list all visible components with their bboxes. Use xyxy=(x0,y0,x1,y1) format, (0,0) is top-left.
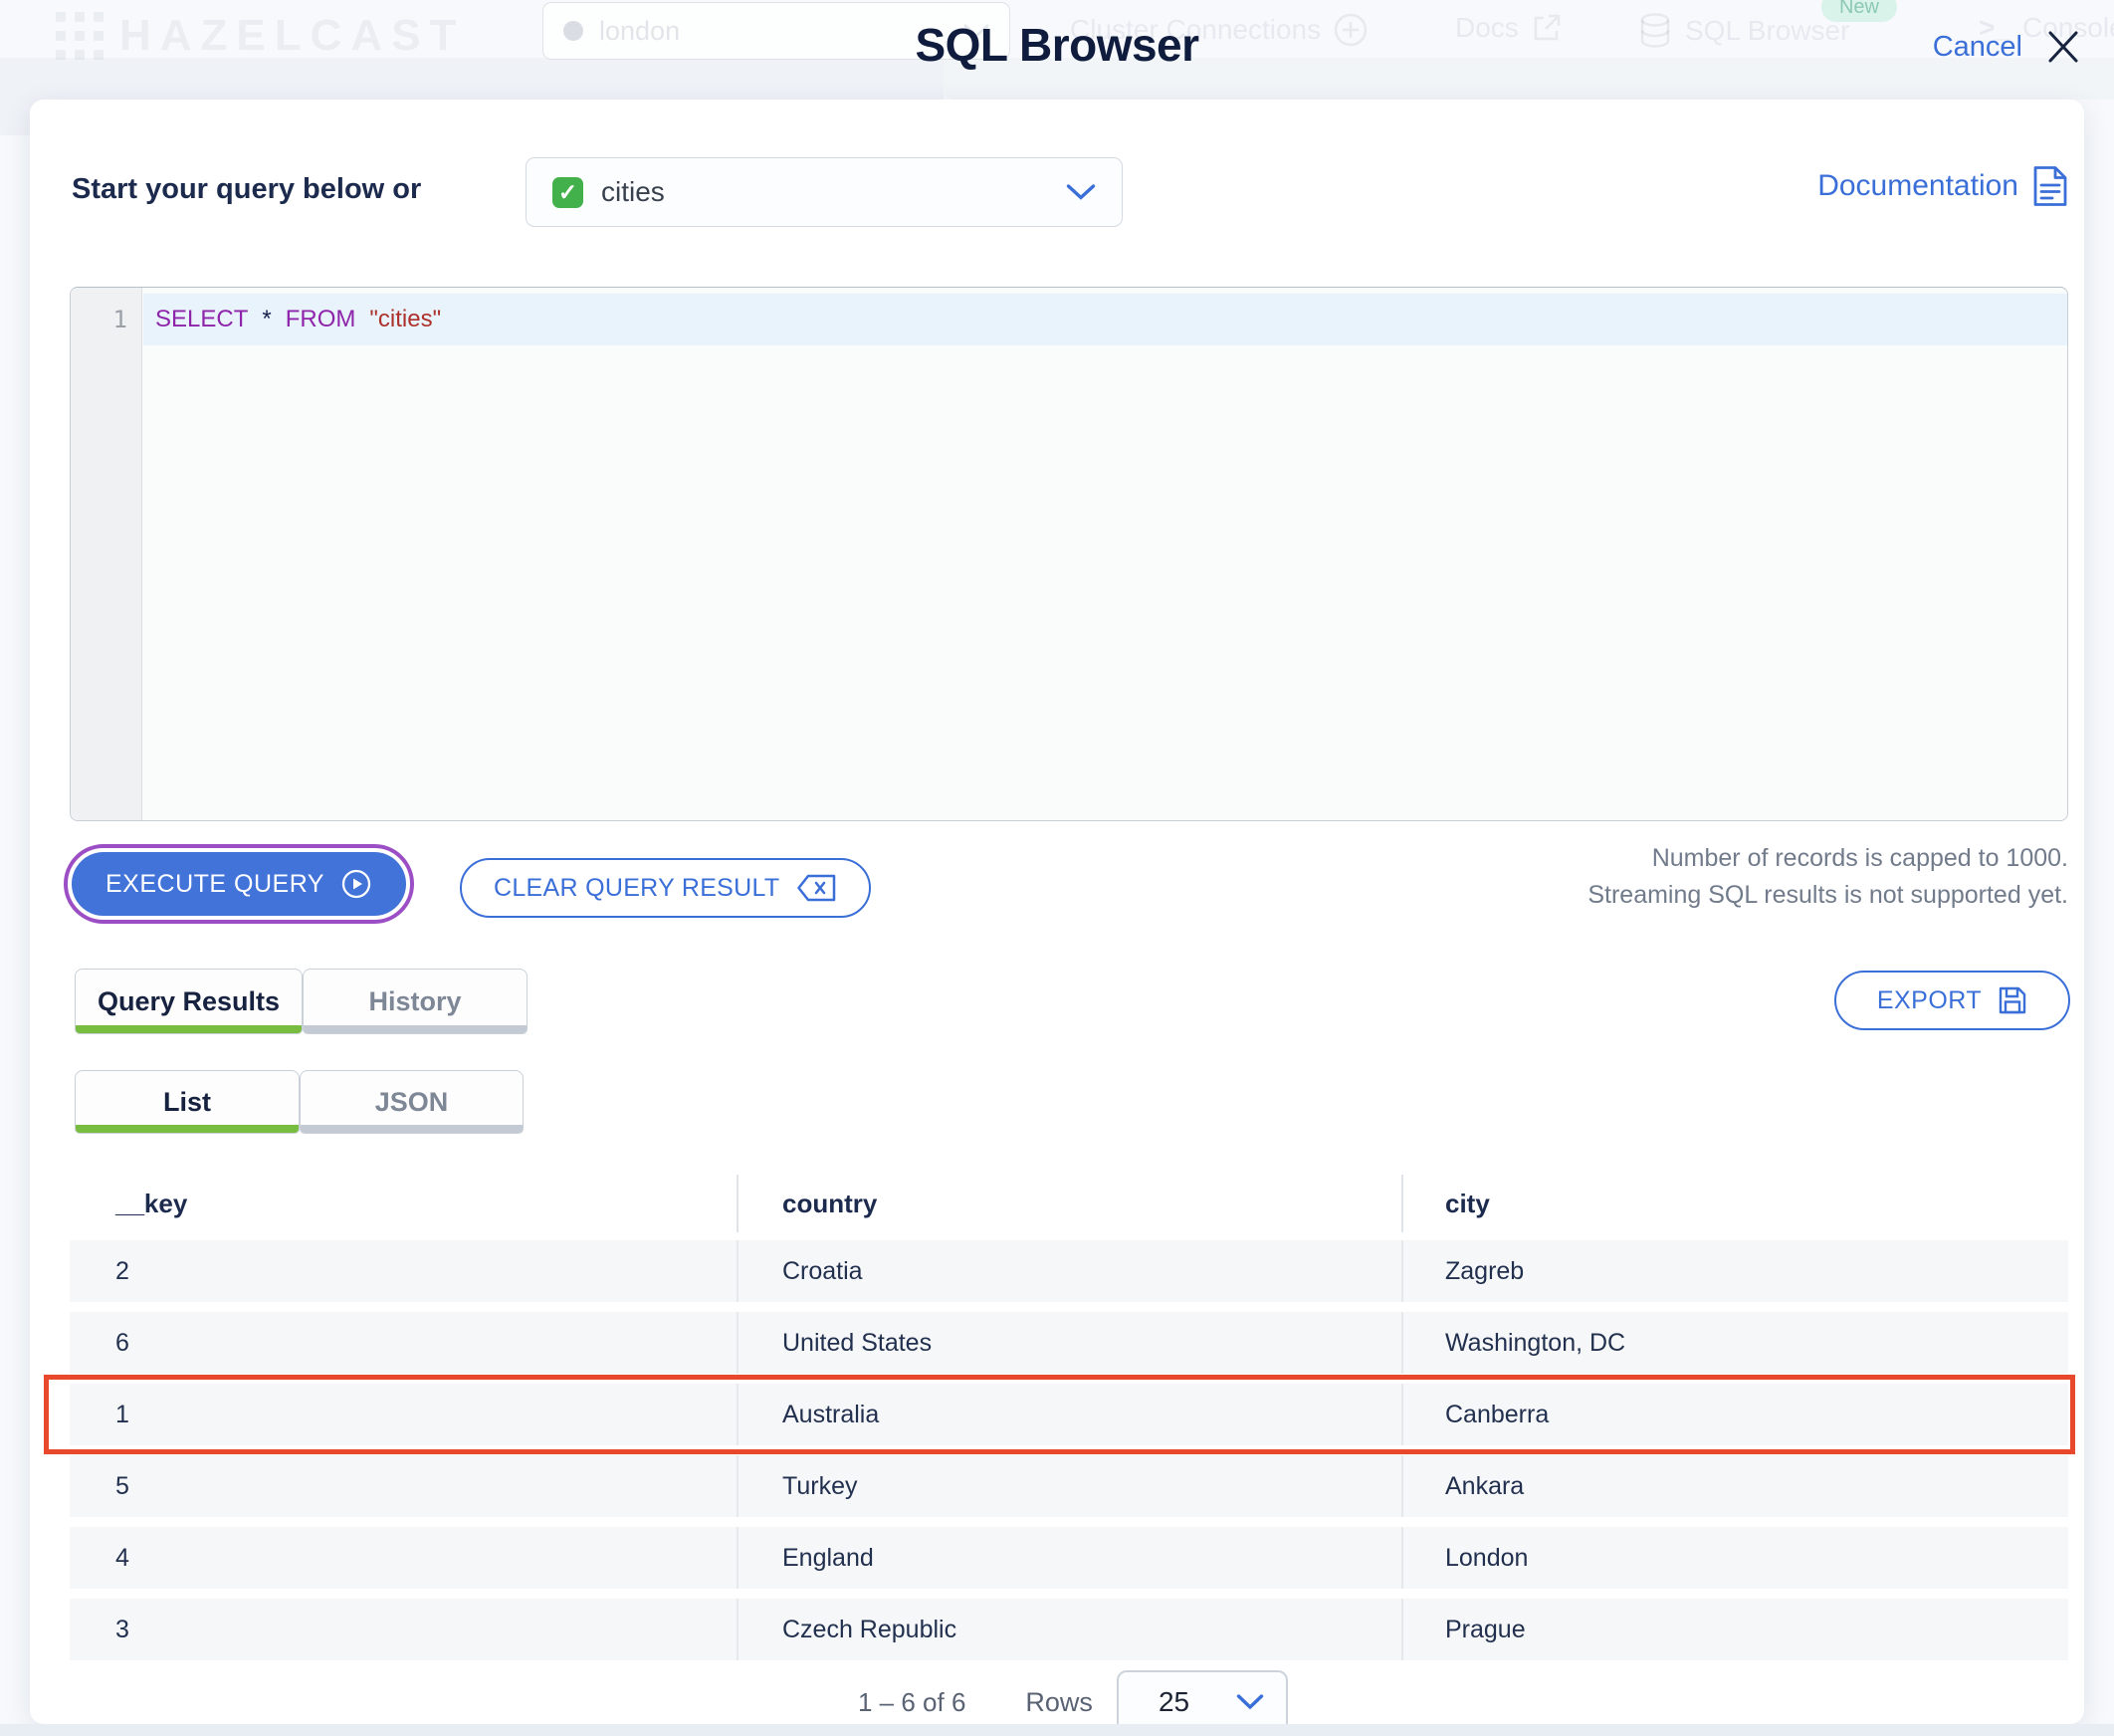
sql-keyword: FROM xyxy=(285,306,356,332)
tab-history[interactable]: History xyxy=(303,969,528,1034)
documentation-link[interactable]: Documentation xyxy=(1817,165,2068,207)
cell-country: Czech Republic xyxy=(737,1599,1401,1660)
table-row[interactable]: 2 Croatia Zagreb xyxy=(70,1240,2068,1302)
active-tab-indicator xyxy=(76,1125,299,1133)
cell-country: United States xyxy=(737,1312,1401,1374)
cell-country: Croatia xyxy=(737,1240,1401,1302)
cell-country: Australia xyxy=(737,1384,1401,1445)
tab-query-results[interactable]: Query Results xyxy=(75,969,303,1034)
hazelcast-logo: HAZELCAST xyxy=(54,10,465,62)
export-label: EXPORT xyxy=(1876,985,1983,1014)
rows-per-page-value: 25 xyxy=(1158,1686,1190,1717)
cell-city: Washington, DC xyxy=(1401,1312,2068,1374)
chevron-down-icon xyxy=(1066,183,1096,200)
nav-docs: Docs xyxy=(1455,12,1563,44)
tab-list-label: List xyxy=(162,1086,211,1117)
tab-list-view[interactable]: List xyxy=(75,1070,300,1134)
cell-key: 5 xyxy=(115,1471,129,1500)
cell-city: Ankara xyxy=(1401,1455,2068,1517)
sql-editor[interactable]: 1 SELECT * FROM "cities" xyxy=(70,287,2068,821)
line-number: 1 xyxy=(112,306,127,333)
export-button[interactable]: EXPORT xyxy=(1834,971,2070,1030)
hazelcast-brand-text: HAZELCAST xyxy=(119,11,466,60)
cell-country: England xyxy=(737,1527,1401,1589)
cell-key: 2 xyxy=(115,1256,129,1285)
check-icon: ✓ xyxy=(552,176,583,208)
sql-string: "cities" xyxy=(369,306,442,332)
table-row[interactable]: 5 Turkey Ankara xyxy=(70,1455,2068,1517)
cluster-status-icon xyxy=(563,21,583,41)
sql-operator: * xyxy=(262,306,272,332)
sql-keyword: SELECT xyxy=(155,306,249,332)
cluster-select-value: london xyxy=(599,15,681,46)
execute-query-label: EXECUTE QUERY xyxy=(106,869,324,898)
column-header-key: __key xyxy=(115,1188,188,1218)
hazelcast-logo-icon xyxy=(56,12,104,60)
pagination-bar: 1 – 6 of 6 Rows 25 xyxy=(858,1670,1288,1724)
page-range-text: 1 – 6 of 6 xyxy=(858,1686,966,1717)
note-line-1: Number of records is capped to 1000. xyxy=(1651,844,2068,872)
cell-key: 6 xyxy=(115,1328,129,1357)
map-select-dropdown[interactable]: ✓ cities xyxy=(526,157,1123,227)
clear-query-result-button[interactable]: CLEAR QUERY RESULT xyxy=(460,858,872,918)
backspace-icon xyxy=(797,874,836,902)
sql-browser-screen: HAZELCAST 5.0 · 24/11/21 · 12:36 london … xyxy=(0,0,2114,1736)
inactive-tab-indicator xyxy=(301,1125,523,1133)
tab-json-view[interactable]: JSON xyxy=(300,1070,524,1134)
cell-city: Zagreb xyxy=(1401,1240,2068,1302)
save-icon xyxy=(1999,986,2026,1014)
document-icon xyxy=(2033,166,2067,206)
editor-gutter: 1 xyxy=(71,288,142,820)
nav-sql-browser: SQL Browser xyxy=(1637,12,1849,50)
cell-city: Prague xyxy=(1401,1599,2068,1660)
results-table-header: __key country city xyxy=(70,1175,2068,1232)
plus-circle-icon xyxy=(1334,13,1368,47)
documentation-label: Documentation xyxy=(1817,169,2018,202)
nav-docs-label: Docs xyxy=(1455,12,1519,43)
map-select-value: cities xyxy=(601,176,665,207)
nav-sql-browser-label: SQL Browser xyxy=(1685,15,1850,46)
column-header-city: city xyxy=(1401,1175,2068,1232)
rows-per-page-label: Rows xyxy=(1025,1686,1093,1717)
tab-history-label: History xyxy=(368,985,462,1016)
cell-key: 4 xyxy=(115,1543,129,1572)
column-header-country: country xyxy=(737,1175,1401,1232)
cancel-button[interactable]: Cancel xyxy=(1933,31,2022,64)
clear-query-result-label: CLEAR QUERY RESULT xyxy=(494,873,780,902)
table-row[interactable]: 3 Czech Republic Prague xyxy=(70,1599,2068,1660)
close-icon[interactable] xyxy=(2042,26,2084,68)
cell-key: 1 xyxy=(115,1400,129,1428)
table-row[interactable]: 6 United States Washington, DC xyxy=(70,1312,2068,1374)
execute-query-button-focus-ring: EXECUTE QUERY xyxy=(64,844,414,924)
inactive-tab-indicator xyxy=(304,1025,527,1033)
database-icon xyxy=(1640,13,1670,48)
note-line-2: Streaming SQL results is not supported y… xyxy=(1587,881,2068,909)
sql-browser-modal: Start your query below or ✓ cities Docum… xyxy=(30,100,2084,1724)
cell-country: Turkey xyxy=(737,1455,1401,1517)
chevron-down-icon xyxy=(1236,1694,1264,1710)
execute-query-button[interactable]: EXECUTE QUERY xyxy=(72,852,406,916)
cell-city: Canberra xyxy=(1401,1384,2068,1445)
editor-code-area: SELECT * FROM "cities" xyxy=(143,288,2067,345)
play-icon xyxy=(341,869,371,899)
query-prompt-label: Start your query below or xyxy=(72,173,422,205)
modal-header-actions: Cancel xyxy=(1933,26,2084,68)
sql-query-line: SELECT * FROM "cities" xyxy=(143,294,2067,345)
tab-json-label: JSON xyxy=(374,1086,449,1117)
rows-per-page-select[interactable]: 25 xyxy=(1116,1670,1288,1724)
external-link-icon xyxy=(1534,14,1561,41)
new-badge: New xyxy=(1821,0,1897,22)
table-row-highlighted[interactable]: 1 Australia Canberra xyxy=(44,1375,2075,1454)
cell-city: London xyxy=(1401,1527,2068,1589)
query-limits-note: Number of records is capped to 1000. Str… xyxy=(1587,840,2068,914)
table-row[interactable]: 4 England London xyxy=(70,1527,2068,1589)
page-title: SQL Browser xyxy=(915,19,1199,71)
results-table: __key country city 2 Croatia Zagreb 6 Un… xyxy=(44,1175,2075,1660)
cell-key: 3 xyxy=(115,1615,129,1643)
page-bottom-strip xyxy=(0,1724,2114,1736)
active-tab-indicator xyxy=(76,1025,302,1033)
tab-query-results-label: Query Results xyxy=(97,985,281,1016)
